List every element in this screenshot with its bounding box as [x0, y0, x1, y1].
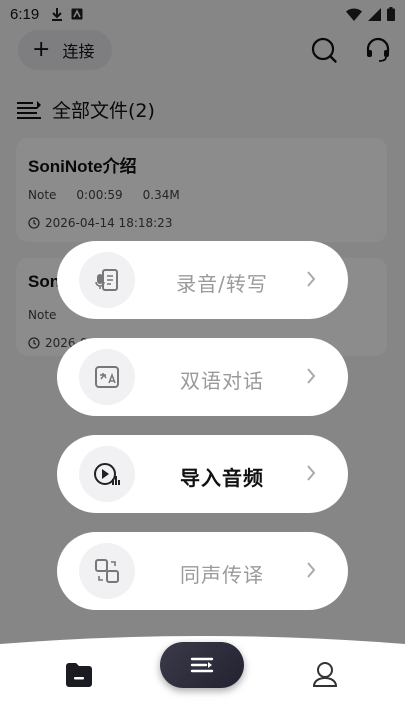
import-audio-icon [79, 446, 135, 502]
chevron-right-icon [307, 368, 316, 384]
menu-item-label: 录音/转写 [176, 272, 268, 296]
folder-icon[interactable] [64, 660, 94, 688]
chevron-right-icon [307, 465, 316, 481]
mic-doc-icon [79, 252, 135, 308]
menu-item-label: 导入音频 [180, 466, 264, 490]
menu-item-record-transcribe[interactable]: 录音/转写 [57, 241, 348, 319]
center-menu-button[interactable] [160, 642, 244, 688]
menu-item-simultaneous-interpretation[interactable]: 同声传译 [57, 532, 348, 610]
simultaneous-icon [79, 543, 135, 599]
profile-icon[interactable] [311, 660, 339, 688]
menu-item-bilingual-dialogue[interactable]: 双语对话 [57, 338, 348, 416]
menu-item-label: 双语对话 [180, 369, 264, 393]
chevron-right-icon [307, 562, 316, 578]
menu-center-icon [190, 657, 214, 673]
menu-item-import-audio[interactable]: 导入音频 [57, 435, 348, 513]
menu-item-label: 同声传译 [180, 563, 264, 587]
translate-icon [79, 349, 135, 405]
chevron-right-icon [307, 271, 316, 287]
